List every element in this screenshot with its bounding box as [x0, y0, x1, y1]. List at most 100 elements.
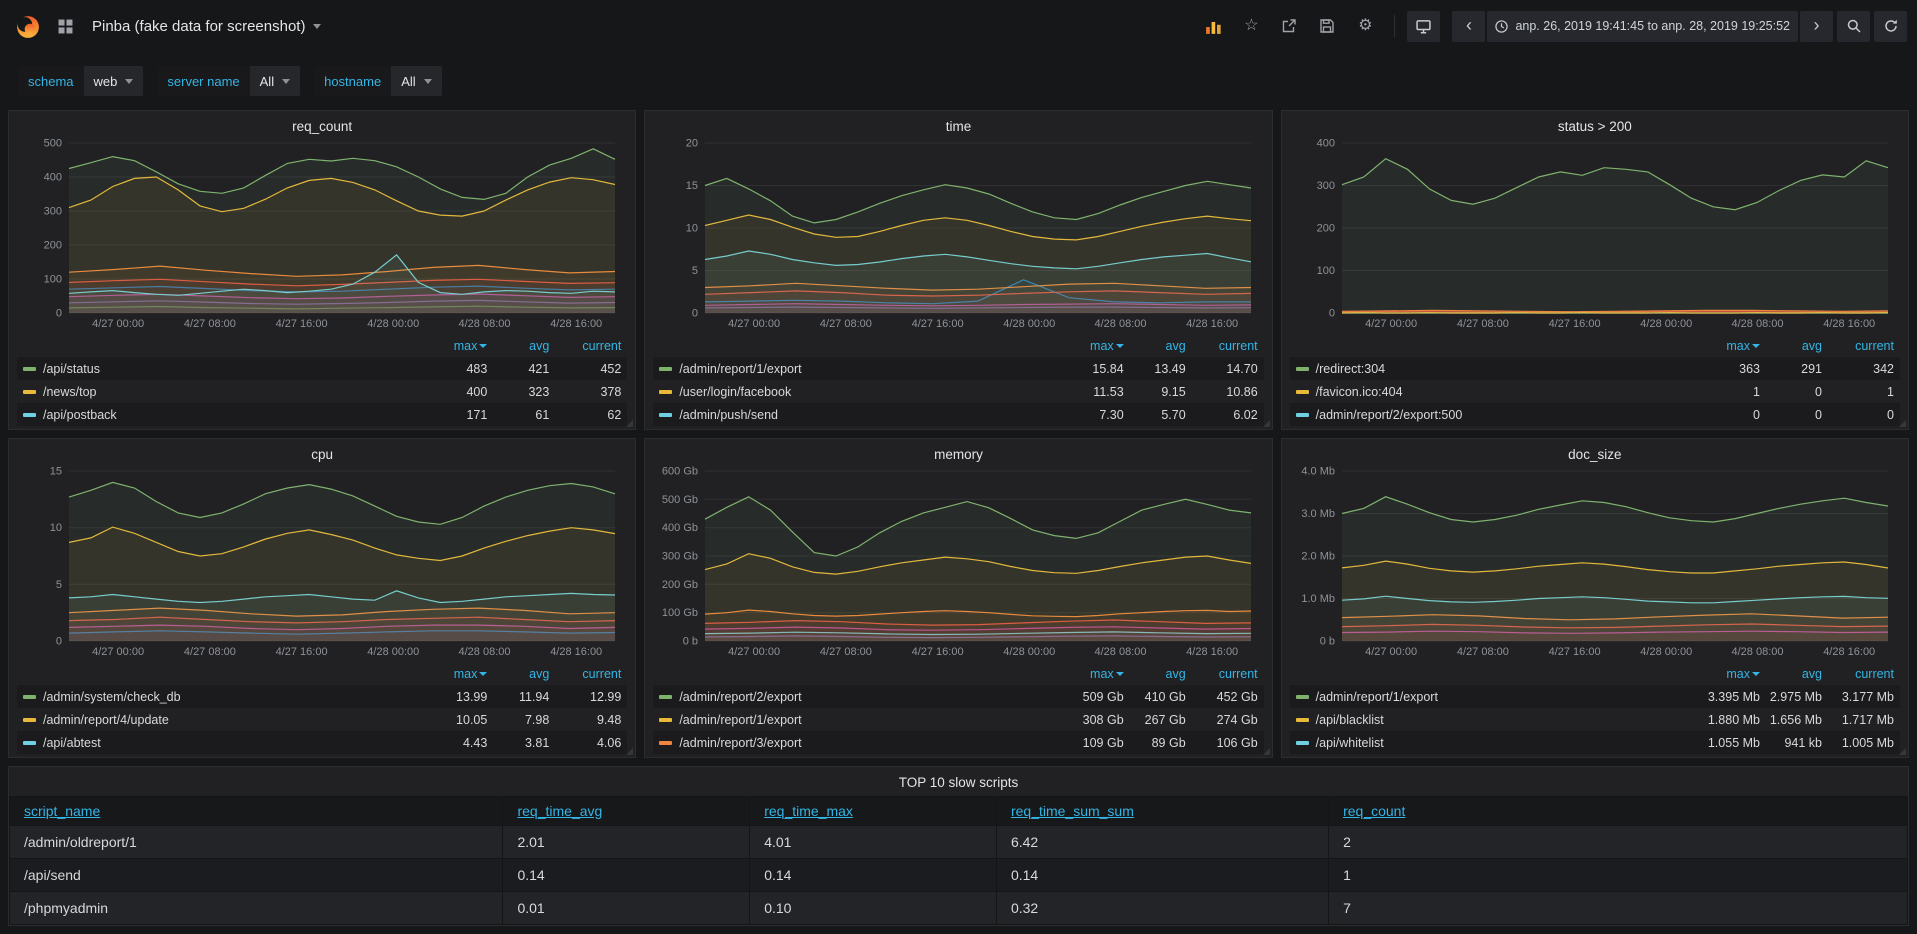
panel-title[interactable]: cpu — [17, 442, 627, 465]
svg-text:4/27 08:00: 4/27 08:00 — [1457, 646, 1509, 658]
panel-title[interactable]: req_count — [17, 114, 627, 137]
legend-series-name[interactable]: /redirect:304 — [1296, 362, 1692, 376]
svg-text:4/28 08:00: 4/28 08:00 — [1095, 646, 1147, 658]
value-cell: 0.10 — [750, 892, 997, 925]
svg-text:0: 0 — [56, 636, 62, 648]
refresh-button[interactable] — [1874, 11, 1907, 42]
legend-series-name[interactable]: /api/postback — [23, 408, 419, 422]
legend-sort-max[interactable]: max — [1698, 667, 1760, 681]
svg-text:4/27 00:00: 4/27 00:00 — [1365, 318, 1417, 330]
column-header[interactable]: req_time_avg — [503, 797, 750, 826]
legend-sort-current[interactable]: current — [1828, 667, 1894, 681]
grafana-logo-icon[interactable] — [10, 9, 44, 43]
chart-canvas[interactable]: 0 b100 Gb200 Gb300 Gb400 Gb500 Gb600 Gb4… — [653, 465, 1261, 661]
clock-icon — [1495, 20, 1508, 33]
legend-series-name[interactable]: /api/whitelist — [1296, 736, 1692, 750]
time-back-button[interactable]: ‹ — [1452, 11, 1485, 42]
legend-sort-current[interactable]: current — [1192, 339, 1258, 353]
chart-canvas[interactable]: 01002003004005004/27 00:004/27 08:004/27… — [17, 137, 625, 333]
legend-sort-avg[interactable]: avg — [1766, 667, 1822, 681]
monitor-icon — [1416, 19, 1431, 34]
legend-sort-current[interactable]: current — [555, 339, 621, 353]
svg-text:5: 5 — [692, 265, 698, 277]
series-color-icon — [659, 390, 672, 394]
svg-text:200: 200 — [1316, 223, 1334, 235]
save-button[interactable] — [1310, 9, 1344, 43]
svg-text:100: 100 — [44, 274, 62, 286]
chart-area: 01002003004004/27 00:004/27 08:004/27 16… — [1290, 137, 1900, 333]
svg-text:500 Gb: 500 Gb — [662, 494, 698, 506]
legend-series-name[interactable]: /admin/system/check_db — [23, 690, 419, 704]
value-cell: 7 — [1329, 892, 1908, 925]
legend-value-current: 0 — [1828, 408, 1894, 422]
legend-sort-current[interactable]: current — [1192, 667, 1258, 681]
column-header[interactable]: req_time_max — [750, 797, 997, 826]
share-button[interactable] — [1272, 9, 1306, 43]
value-cell: 0.14 — [503, 859, 750, 892]
legend-series-name[interactable]: /admin/report/2/export — [659, 690, 1055, 704]
legend-sort-avg[interactable]: avg — [493, 339, 549, 353]
panel-title[interactable]: doc_size — [1290, 442, 1900, 465]
dashboards-grid-icon[interactable] — [48, 9, 82, 43]
value-cell: 1 — [1329, 859, 1908, 892]
legend-sort-max[interactable]: max — [1062, 339, 1124, 353]
svg-text:4/28 00:00: 4/28 00:00 — [1004, 318, 1056, 330]
legend-sort-max[interactable]: max — [425, 667, 487, 681]
legend-series-name[interactable]: /user/login/facebook — [659, 385, 1055, 399]
legend-sort-max[interactable]: max — [425, 339, 487, 353]
column-header[interactable]: req_time_sum_sum — [996, 797, 1328, 826]
panel-title[interactable]: TOP 10 slow scripts — [9, 770, 1908, 796]
add-panel-button[interactable] — [1196, 9, 1230, 43]
legend-sort-current[interactable]: current — [1828, 339, 1894, 353]
value-cell: 2 — [1329, 826, 1908, 859]
legend-value-avg: 323 — [493, 385, 549, 399]
legend-series-name[interactable]: /admin/report/3/export — [659, 736, 1055, 750]
legend-series-name[interactable]: /api/blacklist — [1296, 713, 1692, 727]
panel-title[interactable]: time — [653, 114, 1263, 137]
time-forward-button[interactable]: › — [1800, 11, 1833, 42]
legend-sort-avg[interactable]: avg — [1130, 667, 1186, 681]
legend-sort-avg[interactable]: avg — [1130, 339, 1186, 353]
panel-title[interactable]: status > 200 — [1290, 114, 1900, 137]
legend-series-name[interactable]: /admin/push/send — [659, 408, 1055, 422]
tv-mode-button[interactable] — [1407, 11, 1440, 42]
legend-series-name[interactable]: /admin/report/1/export — [1296, 690, 1692, 704]
legend-series-name[interactable]: /admin/report/1/export — [659, 713, 1055, 727]
chart-canvas[interactable]: 01002003004004/27 00:004/27 08:004/27 16… — [1290, 137, 1898, 333]
time-range-button[interactable]: anp. 26, 2019 19:41:45 to anp. 28, 2019 … — [1487, 11, 1798, 42]
chart-canvas[interactable]: 051015204/27 00:004/27 08:004/27 16:004/… — [653, 137, 1261, 333]
chevron-down-icon — [125, 79, 133, 84]
legend-sort-current[interactable]: current — [555, 667, 621, 681]
legend-value-avg: 1.656 Mb — [1766, 713, 1822, 727]
legend-header: max avg current — [653, 662, 1263, 685]
legend-series-name[interactable]: /admin/report/4/update — [23, 713, 419, 727]
chart-canvas[interactable]: 0510154/27 00:004/27 08:004/27 16:004/28… — [17, 465, 625, 661]
legend-series-name[interactable]: /api/abtest — [23, 736, 419, 750]
legend-sort-avg[interactable]: avg — [1766, 339, 1822, 353]
legend-series-name[interactable]: /admin/report/1/export — [659, 362, 1055, 376]
dashboard-title-dropdown[interactable]: Pinba (fake data for screenshot) — [92, 18, 321, 35]
legend-series-name[interactable]: /favicon.ico:404 — [1296, 385, 1692, 399]
panel-title[interactable]: memory — [653, 442, 1263, 465]
settings-button[interactable]: ⚙ — [1348, 9, 1382, 43]
legend-value-current: 9.48 — [555, 713, 621, 727]
series-color-icon — [1296, 413, 1309, 417]
legend-value-max: 109 Gb — [1062, 736, 1124, 750]
legend-series-name[interactable]: /admin/report/2/export:500 — [1296, 408, 1692, 422]
legend-sort-max[interactable]: max — [1698, 339, 1760, 353]
star-button[interactable]: ☆ — [1234, 9, 1268, 43]
variable-value-dropdown[interactable]: All — [391, 66, 441, 96]
legend-sort-avg[interactable]: avg — [493, 667, 549, 681]
zoom-out-button[interactable] — [1837, 11, 1870, 42]
column-header[interactable]: req_count — [1329, 797, 1908, 826]
variable-value-dropdown[interactable]: All — [250, 66, 300, 96]
variable-value-dropdown[interactable]: web — [84, 66, 144, 96]
legend-series-name[interactable]: /api/status — [23, 362, 419, 376]
chart-canvas[interactable]: 0 b1.0 Mb2.0 Mb3.0 Mb4.0 Mb4/27 00:004/2… — [1290, 465, 1898, 661]
column-header[interactable]: script_name — [10, 797, 503, 826]
legend-value-max: 4.43 — [425, 736, 487, 750]
legend-series-name[interactable]: /news/top — [23, 385, 419, 399]
legend-sort-max[interactable]: max — [1062, 667, 1124, 681]
legend-value-current: 274 Gb — [1192, 713, 1258, 727]
chart-panel: status > 200 01002003004004/27 00:004/27… — [1281, 110, 1909, 430]
